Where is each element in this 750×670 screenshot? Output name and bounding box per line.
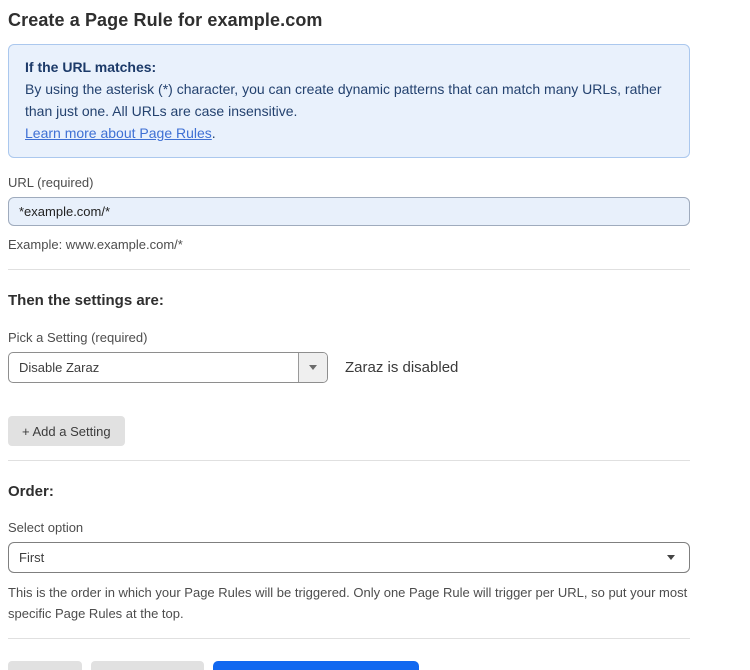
divider bbox=[8, 460, 690, 461]
link-period: . bbox=[212, 125, 216, 141]
url-match-info-box: If the URL matches: By using the asteris… bbox=[8, 44, 690, 158]
url-label: URL (required) bbox=[8, 175, 690, 190]
setting-select-value: Disable Zaraz bbox=[9, 360, 99, 375]
setting-status-text: Zaraz is disabled bbox=[345, 359, 458, 376]
order-help-text: This is the order in which your Page Rul… bbox=[8, 582, 690, 624]
page-title: Create a Page Rule for example.com bbox=[8, 10, 690, 31]
info-box-link-line: Learn more about Page Rules. bbox=[25, 122, 673, 144]
divider bbox=[8, 638, 690, 639]
cancel-button[interactable]: Cancel bbox=[8, 661, 82, 670]
pick-setting-label: Pick a Setting (required) bbox=[8, 330, 690, 345]
chevron-down-icon bbox=[667, 555, 675, 560]
order-select-value: First bbox=[9, 550, 44, 565]
order-section-heading: Order: bbox=[8, 483, 690, 500]
setting-select-arrow-button[interactable] bbox=[298, 353, 327, 382]
learn-more-link[interactable]: Learn more about Page Rules bbox=[25, 125, 212, 141]
action-buttons-row: Cancel Save as Draft Save and Deploy Pag… bbox=[8, 661, 690, 670]
save-deploy-button[interactable]: Save and Deploy Page Rule bbox=[213, 661, 419, 670]
chevron-down-icon bbox=[309, 365, 317, 370]
add-setting-button[interactable]: + Add a Setting bbox=[8, 416, 125, 446]
url-example-hint: Example: www.example.com/* bbox=[8, 234, 690, 255]
order-select[interactable]: First bbox=[8, 542, 690, 573]
save-draft-button[interactable]: Save as Draft bbox=[91, 661, 204, 670]
info-box-heading: If the URL matches: bbox=[25, 56, 673, 78]
order-select-label: Select option bbox=[8, 520, 690, 535]
setting-row: Disable Zaraz Zaraz is disabled bbox=[8, 352, 690, 383]
setting-select[interactable]: Disable Zaraz bbox=[8, 352, 328, 383]
settings-section-heading: Then the settings are: bbox=[8, 292, 690, 309]
url-input[interactable] bbox=[8, 197, 690, 226]
info-box-body: By using the asterisk (*) character, you… bbox=[25, 78, 673, 122]
divider bbox=[8, 269, 690, 270]
page-rule-form: Create a Page Rule for example.com If th… bbox=[8, 0, 690, 670]
